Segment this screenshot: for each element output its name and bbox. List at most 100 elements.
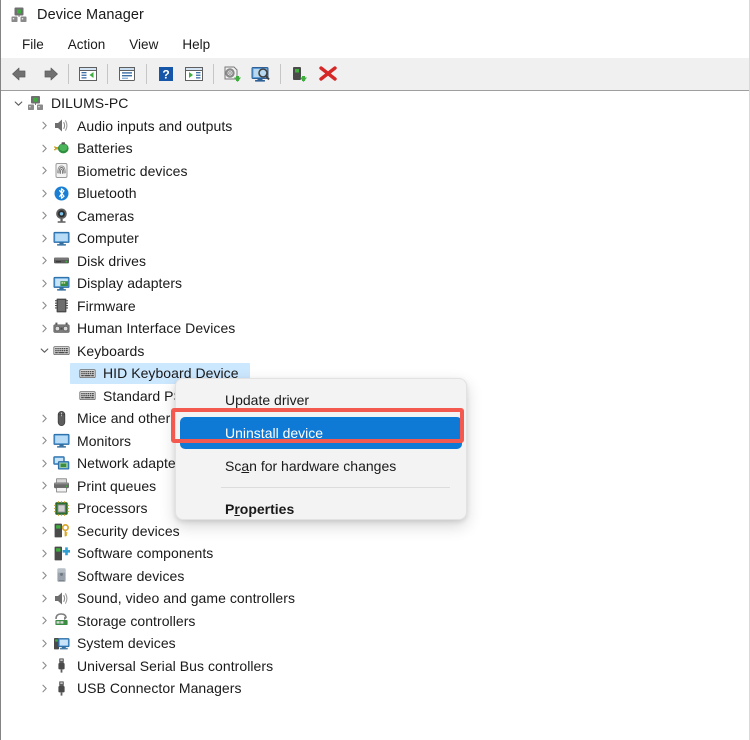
tree-item-label: Audio inputs and outputs <box>77 117 233 134</box>
menu-bar: File Action View Help <box>1 30 749 58</box>
menu-action[interactable]: Action <box>58 35 116 54</box>
network-adapter-icon <box>52 454 70 472</box>
mouse-icon <box>52 409 70 427</box>
security-device-icon <box>52 522 70 540</box>
forward-icon[interactable] <box>36 61 62 87</box>
tree-item[interactable]: DILUMS-PC <box>2 92 748 115</box>
keyboard-icon <box>52 342 70 360</box>
tree-item[interactable]: Display adapters <box>2 272 748 295</box>
tree-item[interactable]: Storage controllers <box>2 610 748 633</box>
tree-item[interactable]: Sound, video and game controllers <box>2 587 748 610</box>
fingerprint-icon <box>52 162 70 180</box>
ctx-scan-for-hardware-changes[interactable]: Sc a n for hardware changes <box>180 450 462 482</box>
context-menu[interactable]: Update driver Uninstall device Sc a n for ha… <box>175 378 467 520</box>
ctx-uninstall-device[interactable]: Uninstall device <box>180 417 462 449</box>
help-icon[interactable]: ? <box>153 61 179 87</box>
tree-item[interactable]: Universal Serial Bus controllers <box>2 655 748 678</box>
chevron-right-icon[interactable] <box>36 565 52 587</box>
firmware-chip-icon <box>52 297 70 315</box>
camera-icon <box>52 207 70 225</box>
tree-item[interactable]: Software components <box>2 542 748 565</box>
back-icon[interactable] <box>8 61 34 87</box>
menu-file[interactable]: File <box>12 35 54 54</box>
tree-item[interactable]: USB Connector Managers <box>2 677 748 700</box>
properties-icon[interactable] <box>114 61 140 87</box>
speaker-icon <box>52 589 70 607</box>
keyboard-icon <box>78 387 96 405</box>
chevron-right-icon[interactable] <box>36 587 52 609</box>
title-bar: Device Manager <box>1 0 749 30</box>
speaker-icon <box>52 117 70 135</box>
chevron-right-icon[interactable] <box>36 475 52 497</box>
tree-item[interactable]: Bluetooth <box>2 182 748 205</box>
update-driver-icon[interactable] <box>220 61 246 87</box>
menu-help[interactable]: Help <box>172 35 220 54</box>
ctx-update-driver[interactable]: Update driver <box>180 384 462 416</box>
chevron-right-icon[interactable] <box>36 205 52 227</box>
chevron-right-icon[interactable] <box>36 227 52 249</box>
ctx-properties[interactable]: Pr operties <box>180 493 462 525</box>
chevron-right-icon[interactable] <box>36 295 52 317</box>
chevron-right-icon[interactable] <box>36 430 52 452</box>
tree-item-label: Print queues <box>77 477 157 494</box>
tree-item[interactable]: Keyboards <box>2 340 748 363</box>
tree-item[interactable]: Audio inputs and outputs <box>2 115 748 138</box>
chevron-right-icon[interactable] <box>36 632 52 654</box>
chevron-down-icon[interactable] <box>36 340 52 362</box>
tree-item-label: Bluetooth <box>77 185 137 202</box>
chevron-right-icon[interactable] <box>36 137 52 159</box>
chevron-right-icon[interactable] <box>36 182 52 204</box>
tree-item[interactable]: Batteries <box>2 137 748 160</box>
chevron-right-icon[interactable] <box>36 115 52 137</box>
enable-device-icon[interactable] <box>287 61 313 87</box>
battery-icon <box>52 139 70 157</box>
toolbar-separator <box>280 64 281 84</box>
show-hide-action-pane-icon[interactable] <box>181 61 207 87</box>
toolbar-separator <box>213 64 214 84</box>
show-hide-console-tree-icon[interactable] <box>75 61 101 87</box>
toolbar-separator <box>146 64 147 84</box>
tree-item[interactable]: Disk drives <box>2 250 748 273</box>
chevron-right-icon[interactable] <box>36 677 52 699</box>
chevron-right-icon[interactable] <box>36 610 52 632</box>
tree-item[interactable]: Computer <box>2 227 748 250</box>
monitor-icon <box>52 432 70 450</box>
toolbar-separator <box>107 64 108 84</box>
device-manager-window: Device Manager File Action View Help ? D… <box>0 0 750 740</box>
chevron-right-icon[interactable] <box>36 272 52 294</box>
hid-icon <box>52 319 70 337</box>
usb-icon <box>52 657 70 675</box>
tree-item[interactable]: Human Interface Devices <box>2 317 748 340</box>
chevron-right-icon[interactable] <box>36 407 52 429</box>
tree-item-label: Disk drives <box>77 252 147 269</box>
tree-item-label: Processors <box>77 500 148 517</box>
tree-item[interactable]: Cameras <box>2 205 748 228</box>
menu-view[interactable]: View <box>119 35 168 54</box>
chevron-down-icon[interactable] <box>10 92 26 114</box>
tree-item-label: Biometric devices <box>77 162 188 179</box>
window-title: Device Manager <box>37 7 144 23</box>
tree-item-label: Network adapters <box>77 455 188 472</box>
uninstall-device-icon[interactable] <box>315 61 341 87</box>
chevron-right-icon[interactable] <box>36 250 52 272</box>
tree-item[interactable]: Software devices <box>2 565 748 588</box>
tree-item[interactable]: System devices <box>2 632 748 655</box>
computer-root-icon <box>26 94 44 112</box>
device-manager-icon <box>10 6 28 24</box>
printer-icon <box>52 477 70 495</box>
software-device-icon <box>52 567 70 585</box>
chevron-right-icon[interactable] <box>36 497 52 519</box>
tree-item-label: Batteries <box>77 140 133 157</box>
chevron-right-icon[interactable] <box>36 655 52 677</box>
chevron-right-icon[interactable] <box>36 317 52 339</box>
scan-for-hardware-changes-icon[interactable] <box>248 61 274 87</box>
chevron-right-icon[interactable] <box>36 452 52 474</box>
chevron-right-icon[interactable] <box>36 542 52 564</box>
chevron-right-icon[interactable] <box>36 520 52 542</box>
chevron-right-icon[interactable] <box>36 160 52 182</box>
tree-item[interactable]: Firmware <box>2 295 748 318</box>
tree-item-label: Software devices <box>77 567 185 584</box>
tree-item[interactable]: Biometric devices <box>2 160 748 183</box>
